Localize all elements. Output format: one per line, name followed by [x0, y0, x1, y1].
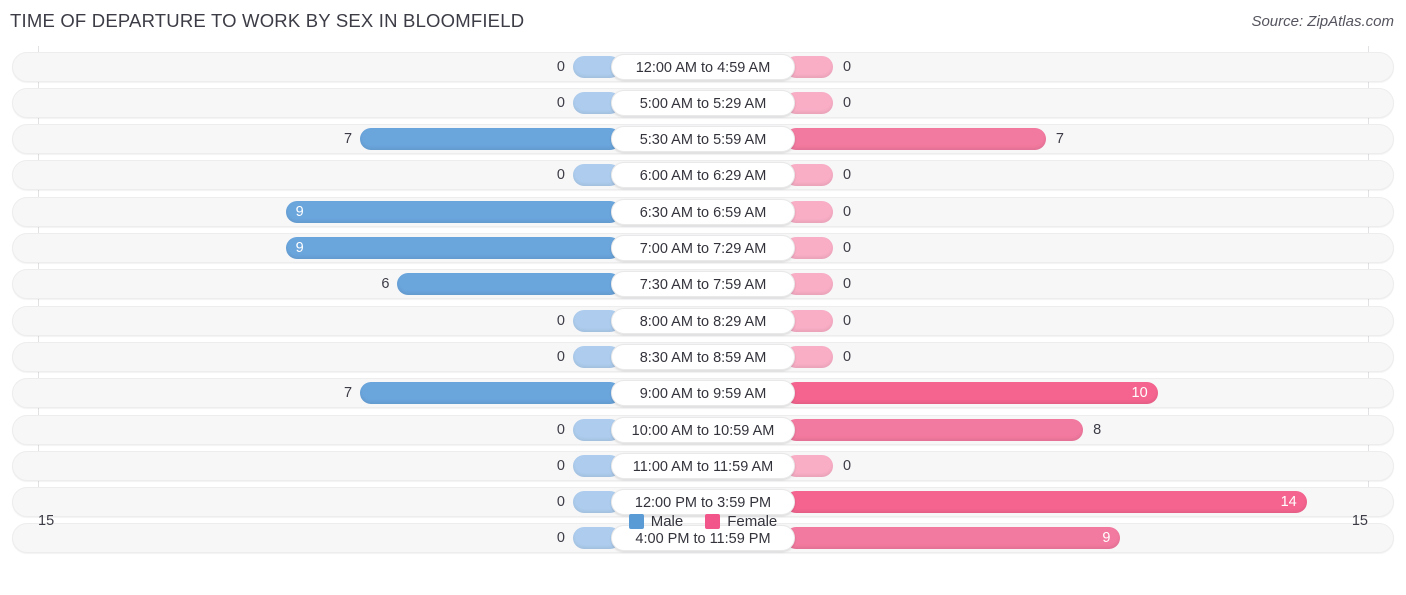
chart-page: TIME OF DEPARTURE TO WORK BY SEX IN BLOO… — [0, 0, 1406, 595]
category-label: 12:00 AM to 4:59 AM — [611, 53, 795, 80]
female-value-label: 0 — [843, 240, 852, 256]
male-value-label: 0 — [556, 421, 565, 438]
chart-row[interactable]: 0 0 8:30 AM to 8:59 AM — [12, 341, 1394, 372]
legend-label: Female — [727, 512, 778, 530]
category-label: 7:00 AM to 7:29 AM — [611, 235, 795, 261]
female-bar[interactable] — [785, 418, 1084, 441]
category-label: 8:00 AM to 8:29 AM — [611, 307, 795, 334]
legend-item-female[interactable]: Female — [705, 513, 777, 530]
male-value-label: 7 — [344, 131, 353, 148]
male-value-label: 0 — [556, 312, 565, 329]
male-value-label: 0 — [556, 94, 565, 111]
female-value-label: 10 — [1131, 385, 1148, 402]
male-value-label: 0 — [556, 348, 565, 365]
legend-swatch-icon — [628, 513, 644, 529]
category-label: 11:00 AM to 11:59 AM — [611, 452, 795, 479]
chart-row[interactable]: 0 0 11:00 AM to 11:59 AM — [12, 450, 1394, 481]
diverging-bar-plot: 0 0 12:00 AM to 4:59 AM 0 0 5:00 AM to 5:29 A… — [0, 46, 1406, 554]
male-value-label: 0 — [556, 457, 565, 474]
male-bar[interactable] — [360, 128, 621, 151]
category-label: 10:00 AM to 10:59 AM — [611, 416, 795, 443]
female-value-label: 8 — [1093, 421, 1102, 438]
female-value-label: 0 — [843, 457, 852, 474]
category-label: 7:30 AM to 7:59 AM — [611, 271, 795, 298]
chart-row[interactable]: 9 0 7:00 AM to 7:29 AM — [12, 233, 1394, 263]
chart-row[interactable]: 0 0 12:00 AM to 4:59 AM — [12, 51, 1394, 82]
chart-row[interactable]: 0 0 8:00 AM to 8:29 AM — [12, 305, 1394, 336]
category-label: 8:30 AM to 8:59 AM — [611, 343, 795, 370]
female-value-label: 0 — [843, 348, 852, 365]
male-value-label: 0 — [556, 167, 565, 184]
male-value-label: 7 — [344, 385, 353, 402]
chart-legend: Male Female — [0, 508, 1406, 534]
chart-header: TIME OF DEPARTURE TO WORK BY SEX IN BLOO… — [0, 0, 1406, 46]
category-label: 6:30 AM to 6:59 AM — [611, 198, 795, 225]
chart-row[interactable]: 6 0 7:30 AM to 7:59 AM — [12, 269, 1394, 300]
male-bar[interactable] — [285, 237, 621, 259]
source-attribution: Source: ZipAtlas.com — [1251, 13, 1394, 30]
female-bar[interactable] — [785, 128, 1046, 151]
female-value-label: 0 — [843, 58, 852, 75]
male-bar[interactable] — [397, 273, 621, 296]
male-value-label: 6 — [381, 276, 390, 293]
female-value-label: 0 — [843, 167, 852, 184]
female-value-label: 0 — [843, 94, 852, 111]
female-value-label: 0 — [843, 203, 852, 220]
male-bar[interactable] — [360, 382, 621, 405]
female-value-label: 0 — [843, 276, 852, 293]
chart-row[interactable]: 9 0 6:30 AM to 6:59 AM — [12, 196, 1394, 227]
female-value-label: 7 — [1055, 131, 1064, 148]
chart-row[interactable]: 0 8 10:00 AM to 10:59 AM — [12, 414, 1394, 445]
male-value-label: 9 — [295, 240, 304, 256]
male-value-label: 0 — [556, 58, 565, 75]
male-bar[interactable] — [285, 200, 621, 223]
legend-swatch-icon — [705, 513, 721, 529]
female-value-label: 0 — [843, 312, 852, 329]
male-value-label: 9 — [295, 203, 304, 220]
chart-row[interactable]: 0 0 5:00 AM to 5:29 AM — [12, 87, 1394, 118]
category-label: 5:30 AM to 5:59 AM — [611, 126, 795, 153]
category-label: 5:00 AM to 5:29 AM — [611, 89, 795, 116]
page-title: TIME OF DEPARTURE TO WORK BY SEX IN BLOO… — [10, 10, 525, 31]
legend-item-male[interactable]: Male — [628, 512, 684, 530]
female-bar[interactable] — [785, 382, 1158, 405]
legend-label: Male — [650, 512, 684, 530]
chart-row[interactable]: 7 10 9:00 AM to 9:59 AM — [12, 378, 1394, 409]
chart-row[interactable]: 7 7 5:30 AM to 5:59 AM — [12, 124, 1394, 155]
category-label: 9:00 AM to 9:59 AM — [611, 380, 795, 407]
category-label: 6:00 AM to 6:29 AM — [611, 162, 795, 189]
chart-row[interactable]: 0 0 6:00 AM to 6:29 AM — [12, 160, 1394, 191]
